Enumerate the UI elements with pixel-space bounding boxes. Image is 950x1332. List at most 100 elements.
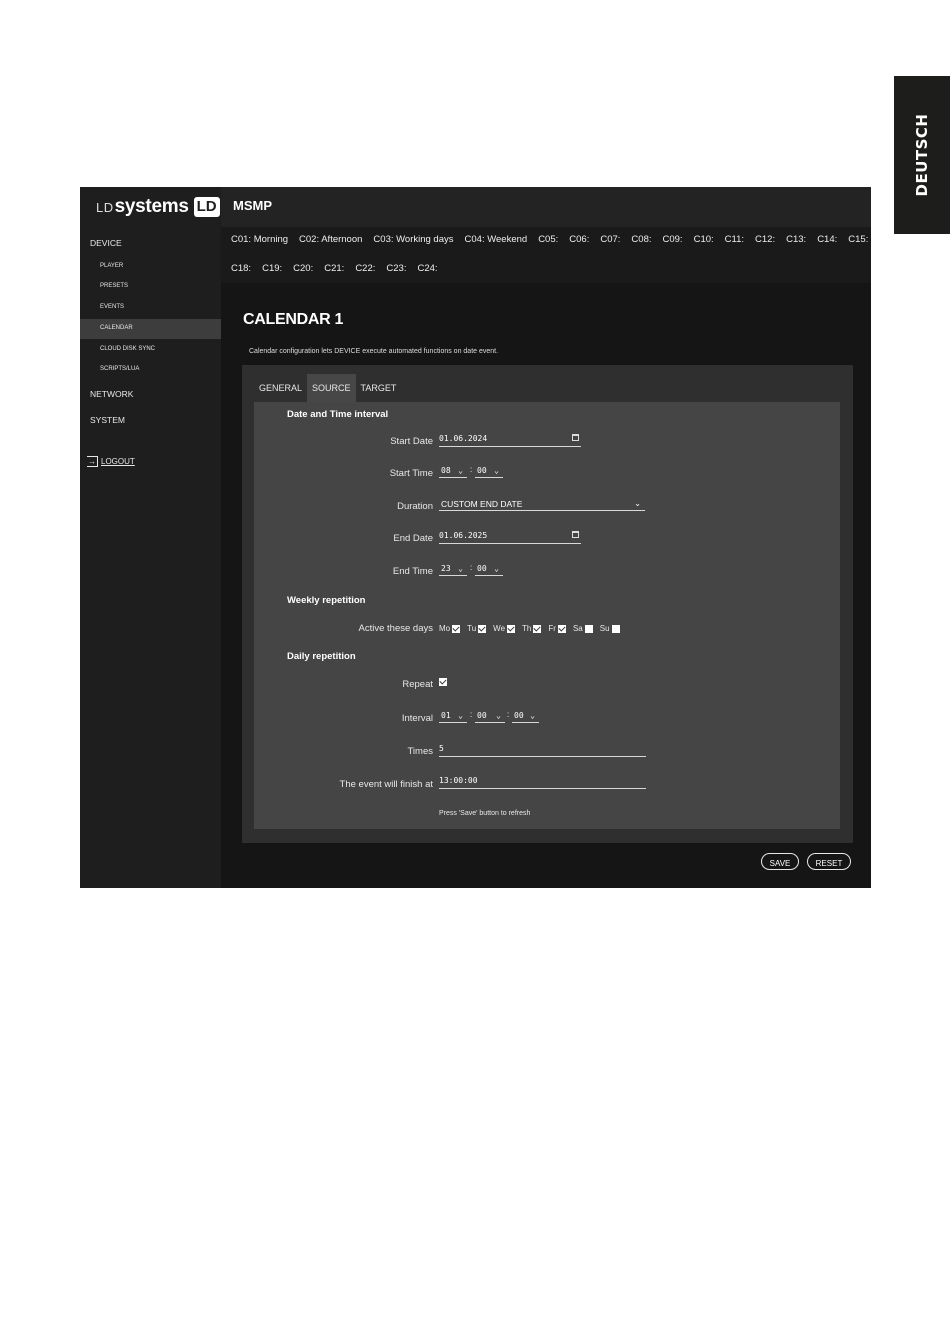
logout-link[interactable]: → LOGOUT bbox=[87, 456, 135, 467]
duration-select[interactable]: CUSTOM END DATE ⌄ bbox=[439, 498, 645, 511]
calendar-slot-link[interactable]: C15: bbox=[848, 234, 868, 245]
end-hour-select[interactable]: 23 ⌄ bbox=[439, 563, 467, 576]
page-title: CALENDAR 1 bbox=[243, 311, 344, 328]
weekday-checkbox[interactable] bbox=[507, 624, 516, 633]
save-button[interactable]: SAVE bbox=[761, 853, 799, 870]
main-content: CALENDAR 1 Calendar configuration lets D… bbox=[221, 283, 871, 888]
calendar-slot-link[interactable]: C19: bbox=[262, 263, 282, 274]
duration-label: Duration bbox=[397, 501, 433, 512]
weekday-checkbox[interactable] bbox=[533, 624, 542, 633]
calendar-slot-link[interactable]: C18: bbox=[231, 263, 251, 274]
calendar-slot-link[interactable]: C20: bbox=[293, 263, 313, 274]
time-separator: : bbox=[470, 563, 473, 572]
times-input[interactable]: 5 bbox=[439, 743, 646, 757]
start-hour-select[interactable]: 08 ⌄ bbox=[439, 465, 467, 478]
section-weekly: Weekly repetition bbox=[287, 595, 366, 606]
calendar-icon[interactable] bbox=[572, 434, 579, 441]
start-time-label: Start Time bbox=[389, 468, 433, 479]
app-window: LD systems LD DEVICE PLAYER PRESETS EVEN… bbox=[80, 187, 871, 888]
interval-minute-select[interactable]: 00 ⌄ bbox=[475, 710, 505, 723]
calendar-icon[interactable] bbox=[572, 531, 579, 538]
start-date-input[interactable]: 01.06.2024 bbox=[439, 433, 581, 447]
calendar-slot-link[interactable]: C10: bbox=[694, 234, 714, 245]
calendar-row-1: C01: Morning C02: Afternoon C03: Working d… bbox=[231, 234, 871, 245]
weekday-option[interactable]: Sa bbox=[573, 624, 593, 633]
tab-source[interactable]: SOURCE bbox=[307, 374, 356, 402]
chevron-down-icon: ⌄ bbox=[458, 711, 463, 720]
calendar-slot-link[interactable]: C22: bbox=[355, 263, 375, 274]
sidebar-item-calendar[interactable]: CALENDAR bbox=[100, 325, 133, 331]
end-minute-value: 00 bbox=[477, 564, 487, 573]
repeat-checkbox[interactable] bbox=[439, 678, 447, 686]
weekday-checkbox[interactable] bbox=[478, 624, 487, 633]
calendar-slot-link[interactable]: C03: Working days bbox=[373, 234, 453, 245]
calendar-slot-link[interactable]: C05: bbox=[538, 234, 558, 245]
weekday-checkbox[interactable] bbox=[611, 624, 620, 633]
sidebar-item-events[interactable]: EVENTS bbox=[100, 304, 124, 310]
weekday-option[interactable]: We bbox=[493, 624, 516, 633]
start-hour-value: 08 bbox=[441, 466, 451, 475]
section-daily: Daily repetition bbox=[287, 651, 356, 662]
page-description: Calendar configuration lets DEVICE execu… bbox=[249, 348, 499, 355]
source-panel: Date and Time interval Start Date 01.06.… bbox=[254, 402, 840, 829]
start-minute-value: 00 bbox=[477, 466, 487, 475]
weekday-label: Th bbox=[522, 624, 532, 633]
weekday-option[interactable]: Tu bbox=[467, 624, 487, 633]
sidebar-item-player[interactable]: PLAYER bbox=[100, 263, 123, 269]
end-date-input[interactable]: 01.06.2025 bbox=[439, 530, 581, 544]
weekday-checkbox[interactable] bbox=[557, 624, 566, 633]
calendar-slot-link[interactable]: C23: bbox=[386, 263, 406, 274]
chevron-down-icon: ⌄ bbox=[458, 564, 463, 573]
sidebar-item-cloud-disk-sync[interactable]: CLOUD DISK SYNC bbox=[100, 346, 155, 352]
calendar-slot-link[interactable]: C08: bbox=[631, 234, 651, 245]
calendar-slot-link[interactable]: C13: bbox=[786, 234, 806, 245]
chevron-down-icon: ⌄ bbox=[458, 466, 463, 475]
calendar-slot-link[interactable]: C09: bbox=[663, 234, 683, 245]
calendar-slot-link[interactable]: C11: bbox=[725, 234, 744, 245]
end-minute-select[interactable]: 00 ⌄ bbox=[475, 563, 503, 576]
calendar-slot-link[interactable]: C07: bbox=[600, 234, 620, 245]
weekday-checkbox[interactable] bbox=[584, 624, 593, 633]
weekday-label: We bbox=[493, 624, 506, 633]
finish-output: 13:00:00 bbox=[439, 775, 646, 789]
section-date-time: Date and Time interval bbox=[287, 409, 389, 420]
tab-general[interactable]: GENERAL bbox=[254, 374, 307, 402]
tab-bar: GENERAL SOURCE TARGET bbox=[254, 374, 401, 402]
interval-label: Interval bbox=[401, 713, 433, 724]
interval-second-select[interactable]: 00 ⌄ bbox=[512, 710, 539, 723]
weekday-option[interactable]: Th bbox=[522, 624, 542, 633]
calendar-slot-link[interactable]: C24: bbox=[417, 263, 437, 274]
interval-hour-select[interactable]: 01 ⌄ bbox=[439, 710, 467, 723]
calendar-slot-link[interactable]: C06: bbox=[569, 234, 589, 245]
sidebar-item-device[interactable]: DEVICE bbox=[90, 238, 122, 248]
weekday-checkbox[interactable] bbox=[452, 624, 461, 633]
calendar-slot-link[interactable]: C02: Afternoon bbox=[299, 234, 362, 245]
reset-button[interactable]: RESET bbox=[807, 853, 851, 870]
end-hour-value: 23 bbox=[441, 564, 451, 573]
calendar-slot-link[interactable]: C21: bbox=[324, 263, 344, 274]
weekday-option[interactable]: Su bbox=[600, 624, 620, 633]
calendar-slot-link[interactable]: C12: bbox=[755, 234, 775, 245]
logout-label: LOGOUT bbox=[101, 457, 135, 466]
end-time-label: End Time bbox=[392, 566, 433, 577]
interval-hour-value: 01 bbox=[441, 711, 451, 720]
sidebar-item-presets[interactable]: PRESETS bbox=[100, 283, 128, 289]
finish-value: 13:00:00 bbox=[439, 776, 478, 785]
weekday-option[interactable]: Fr bbox=[548, 624, 566, 633]
times-label: Times bbox=[407, 746, 433, 757]
start-minute-select[interactable]: 00 ⌄ bbox=[475, 465, 503, 478]
weekday-label: Sa bbox=[572, 624, 583, 633]
sidebar-item-scripts[interactable]: SCRIPTS/LUA bbox=[100, 366, 139, 372]
calendar-slot-link[interactable]: C14: bbox=[817, 234, 837, 245]
weekday-label: Mo bbox=[439, 624, 451, 633]
sidebar-item-system[interactable]: SYSTEM bbox=[90, 415, 125, 425]
interval-second-value: 00 bbox=[514, 711, 524, 720]
logo-box: LD bbox=[193, 197, 220, 217]
sidebar-item-network[interactable]: NETWORK bbox=[90, 389, 133, 399]
logo-bold: systems bbox=[114, 196, 189, 217]
tab-target[interactable]: TARGET bbox=[356, 374, 402, 402]
calendar-slot-link[interactable]: C04: Weekend bbox=[465, 234, 528, 245]
weekday-option[interactable]: Mo bbox=[439, 624, 461, 633]
calendar-slot-link[interactable]: C01: Morning bbox=[231, 234, 288, 245]
chevron-down-icon: ⌄ bbox=[494, 466, 499, 475]
